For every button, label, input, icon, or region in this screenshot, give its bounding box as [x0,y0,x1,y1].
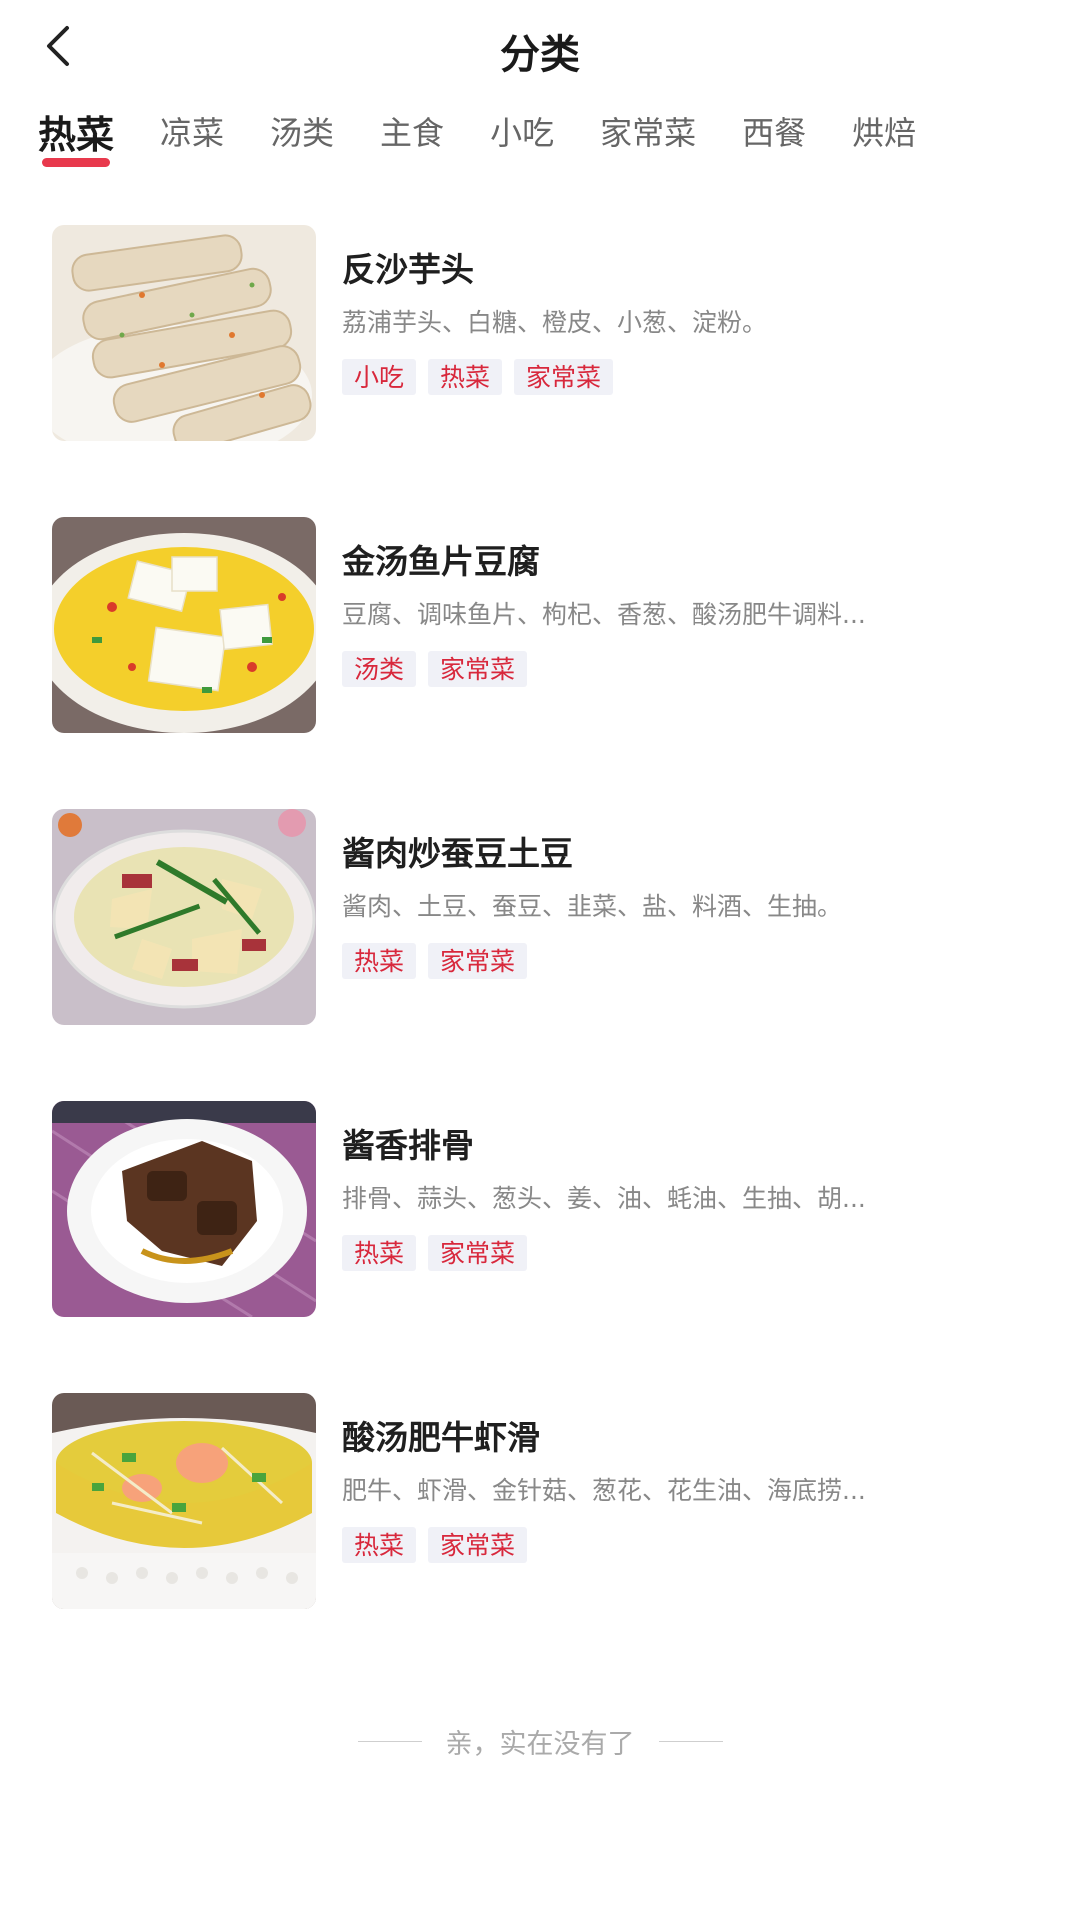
recipe-photo [52,1393,316,1609]
divider [357,1741,422,1742]
recipe-ingredients: 豆腐、调味鱼片、枸杞、香葱、酸汤肥牛调料... [342,600,866,629]
tag[interactable]: 家常菜 [428,943,528,979]
tag[interactable]: 汤类 [342,651,417,687]
end-of-list-note: 亲，实在没有了 [0,1722,1080,1761]
recipe-item[interactable]: 反沙芋头 荔浦芋头、白糖、橙皮、小葱、淀粉。 小吃 热菜 家常菜 [0,225,1080,517]
recipe-item[interactable]: 金汤鱼片豆腐 豆腐、调味鱼片、枸杞、香葱、酸汤肥牛调料... 汤类 家常菜 [0,517,1080,809]
recipe-list: 反沙芋头 荔浦芋头、白糖、橙皮、小葱、淀粉。 小吃 热菜 家常菜 金汤鱼片豆腐 … [0,182,1080,1685]
recipe-title: 酸汤肥牛虾滑 [342,1418,540,1457]
recipe-ingredients: 排骨、蒜头、葱头、姜、油、蚝油、生抽、胡... [342,1184,866,1213]
recipe-photo [52,517,316,733]
recipe-ingredients: 酱肉、土豆、蚕豆、韭菜、盐、料酒、生抽。 [342,892,843,921]
tag[interactable]: 家常菜 [514,359,614,395]
tab-home-style[interactable]: 家常菜 [600,92,696,172]
tag[interactable]: 热菜 [342,943,417,979]
tag-list: 热菜 家常菜 [342,1527,1022,1563]
recipe-photo [52,225,316,441]
category-tabs: 热菜 凉菜 汤类 主食 小吃 家常菜 西餐 烘焙 [0,92,1080,182]
divider [658,1741,723,1742]
tag[interactable]: 热菜 [428,359,503,395]
tab-label: 汤类 [270,114,335,152]
end-of-list-text: 亲，实在没有了 [445,1729,635,1760]
recipe-photo [52,1101,316,1317]
tab-label: 家常菜 [600,114,697,152]
tab-soups[interactable]: 汤类 [270,92,334,172]
recipe-item[interactable]: 酱肉炒蚕豆土豆 酱肉、土豆、蚕豆、韭菜、盐、料酒、生抽。 热菜 家常菜 [0,809,1080,1101]
recipe-photo [52,809,316,1025]
tab-label: 西餐 [742,114,807,152]
tag[interactable]: 家常菜 [428,1235,528,1271]
top-bar: 分类 [0,0,1080,92]
tab-label: 主食 [380,114,445,152]
recipe-item[interactable]: 酸汤肥牛虾滑 肥牛、虾滑、金针菇、葱花、花生油、海底捞... 热菜 家常菜 [0,1393,1080,1685]
tab-cold-dishes[interactable]: 凉菜 [160,92,224,172]
tab-label: 烘焙 [852,114,917,152]
tab-baking[interactable]: 烘焙 [852,92,916,172]
tab-label: 热菜 [38,113,115,157]
tag-list: 小吃 热菜 家常菜 [342,359,1022,395]
tag[interactable]: 热菜 [342,1527,417,1563]
recipe-ingredients: 肥牛、虾滑、金针菇、葱花、花生油、海底捞... [342,1476,866,1505]
tag[interactable]: 家常菜 [428,1527,528,1563]
recipe-title: 酱香排骨 [342,1126,474,1165]
tab-western[interactable]: 西餐 [742,92,806,172]
recipe-item[interactable]: 酱香排骨 排骨、蒜头、葱头、姜、油、蚝油、生抽、胡... 热菜 家常菜 [0,1101,1080,1393]
active-tab-indicator [42,158,111,167]
page-title: 分类 [500,32,580,78]
recipe-title: 酱肉炒蚕豆土豆 [342,834,573,873]
tag[interactable]: 热菜 [342,1235,417,1271]
tab-hot-dishes[interactable]: 热菜 [38,92,114,172]
tab-label: 小吃 [490,114,555,152]
recipe-title: 反沙芋头 [342,250,474,289]
tab-snacks[interactable]: 小吃 [490,92,554,172]
tag[interactable]: 小吃 [342,359,417,395]
tab-label: 凉菜 [160,114,225,152]
tag-list: 汤类 家常菜 [342,651,1022,687]
recipe-ingredients: 荔浦芋头、白糖、橙皮、小葱、淀粉。 [342,308,768,337]
tab-staples[interactable]: 主食 [380,92,444,172]
tag-list: 热菜 家常菜 [342,1235,1022,1271]
tag[interactable]: 家常菜 [428,651,528,687]
tag-list: 热菜 家常菜 [342,943,1022,979]
recipe-title: 金汤鱼片豆腐 [342,542,540,581]
